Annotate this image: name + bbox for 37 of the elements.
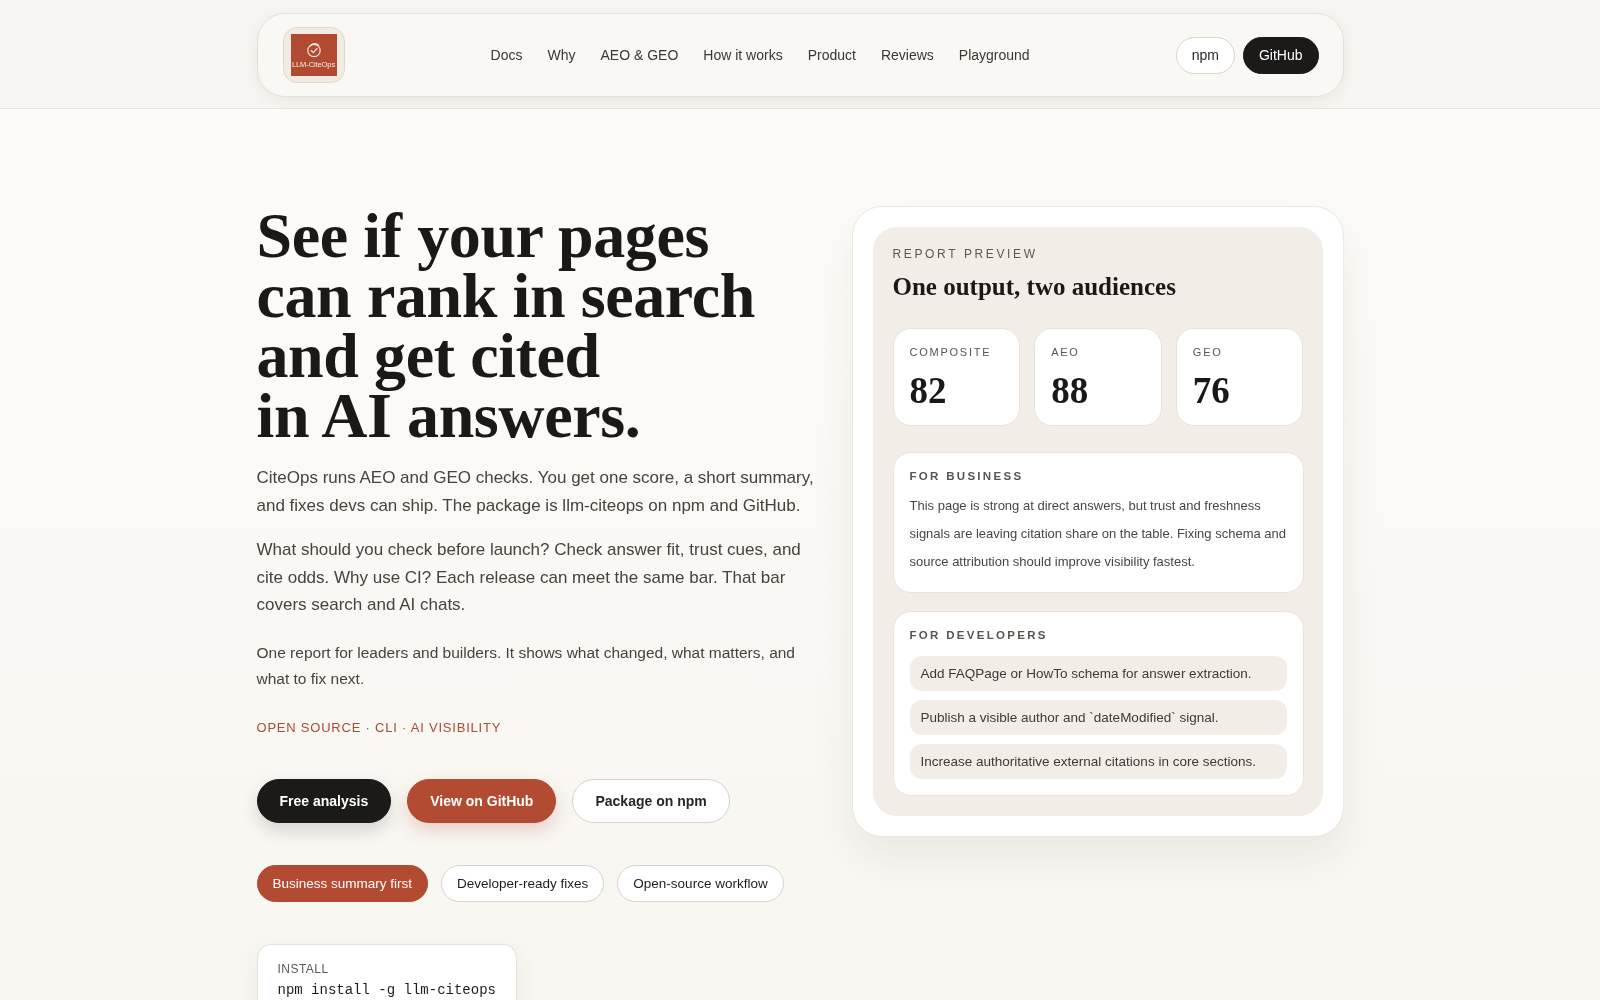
section-label: FOR DEVELOPERS: [909, 628, 1049, 642]
header-button[interactable]: npm: [1175, 36, 1235, 74]
nav-link[interactable]: Product: [807, 47, 856, 63]
score-label: COMPOSITE: [909, 346, 993, 358]
intro-paragraph: CiteOps runs AEO and GEO checks. You get one score, a short summary, and fixes devs can ship. The package is llm-citeops on npm and GitHub.: [256, 467, 815, 517]
hero-heading: See if your pages can rank in search and get cited in AI answers.: [256, 206, 756, 446]
nav-link[interactable]: Reviews: [880, 47, 934, 63]
score-value: 82: [909, 371, 948, 411]
nav-link[interactable]: AEO & GEO: [600, 47, 679, 63]
fix-item: Publish a visible author and `dateModified` signal.: [909, 700, 1287, 735]
score-value: 88: [1051, 371, 1090, 411]
fix-item: Add FAQPage or HowTo schema for answer extraction.: [909, 656, 1287, 691]
intro-paragraph: What should you check before launch? Check answer fit, trust cues, and cite odds. Why use CI? Each release can meet the same bar. That bar covers search and AI chats.: [256, 539, 802, 616]
nav-link[interactable]: Docs: [490, 47, 523, 63]
cta-button[interactable]: Free analysis: [256, 778, 392, 823]
score-label: AEO: [1051, 346, 1081, 358]
feature-chip[interactable]: Developer-ready fixes: [441, 864, 605, 902]
report-eyebrow: REPORT PREVIEW: [892, 247, 1039, 261]
score-value: 76: [1192, 371, 1231, 411]
nav-link[interactable]: How it works: [703, 47, 783, 63]
nav-link[interactable]: Why: [547, 47, 576, 63]
header-button[interactable]: GitHub: [1242, 36, 1319, 74]
feature-chip[interactable]: Business summary first: [256, 864, 429, 902]
install-command: npm install -g llm-citeops: [277, 981, 496, 998]
ring-check-icon: [305, 41, 322, 58]
cta-button[interactable]: Package on npm: [572, 778, 730, 823]
score-label: GEO: [1192, 346, 1224, 358]
intro-paragraph: One report for leaders and builders. It shows what changed, what matters, and what to fix next.: [256, 642, 796, 689]
report-title: One output, two audiences: [892, 272, 1177, 302]
summary-text: This page is strong at direct answers, but trust and freshness signals are leaving citation share on the table. Fixing schema and source attribution should improve visibility fastest.: [909, 497, 1287, 571]
section-label: FOR BUSINESS: [909, 469, 1025, 483]
cta-button[interactable]: View on GitHub: [407, 778, 557, 823]
fix-item: Increase authoritative external citations in core sections.: [909, 744, 1287, 779]
install-label: INSTALL: [277, 961, 330, 976]
tagline: OPEN SOURCE · CLI · AI VISIBILITY: [256, 718, 503, 737]
nav-link[interactable]: Playground: [958, 47, 1030, 63]
feature-chip[interactable]: Open-source workflow: [617, 864, 784, 902]
